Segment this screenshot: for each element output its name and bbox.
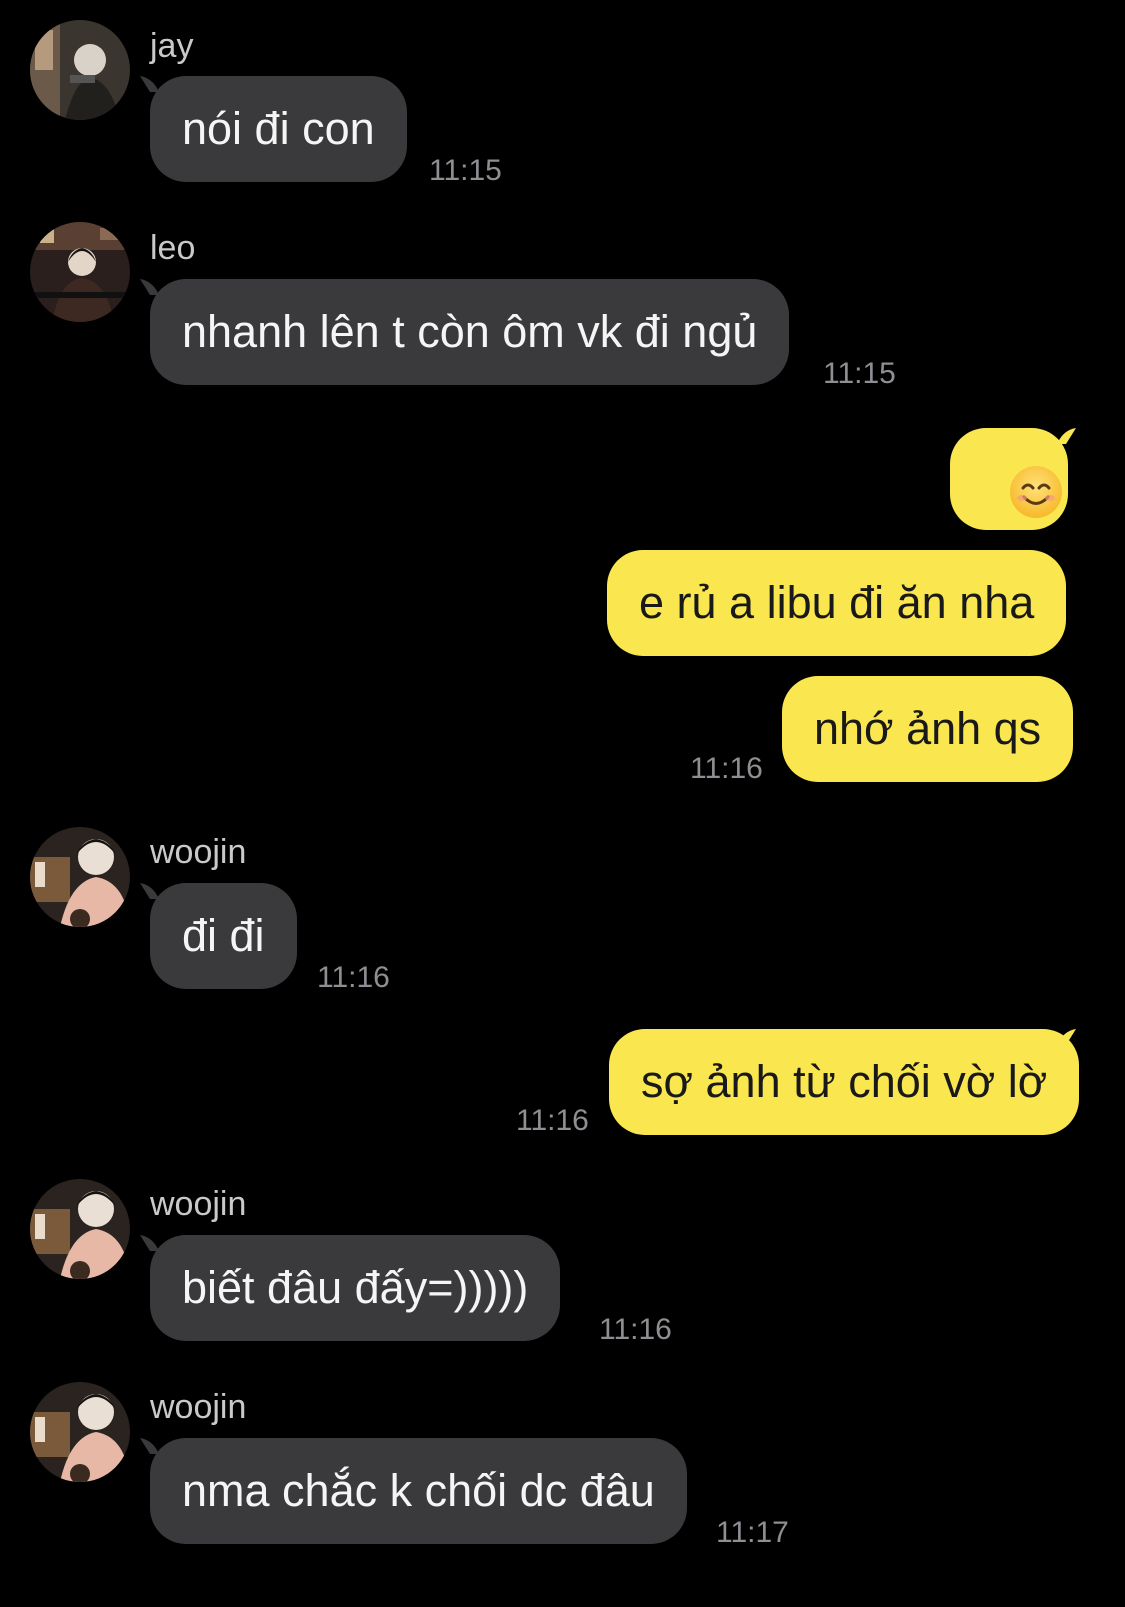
message-bubble[interactable]: nhớ ảnh qs bbox=[782, 676, 1074, 782]
message-bubble[interactable]: nhanh lên t còn ôm vk đi ngủ bbox=[150, 279, 790, 385]
avatar-woojin[interactable] bbox=[30, 1179, 130, 1279]
message-bubble[interactable]: biết đâu đấy=))))) bbox=[150, 1235, 561, 1341]
avatar-photo-icon bbox=[30, 1179, 130, 1279]
bubble-tail bbox=[140, 76, 158, 92]
message-time: 11:15 bbox=[823, 357, 896, 390]
message-time: 11:15 bbox=[429, 154, 502, 187]
sender-name: woojin bbox=[150, 1388, 247, 1426]
message-time: 11:17 bbox=[716, 1516, 789, 1549]
avatar-woojin[interactable] bbox=[30, 827, 130, 927]
message-time: 11:16 bbox=[690, 752, 763, 785]
avatar-photo-icon bbox=[30, 1382, 130, 1482]
bubble-tail bbox=[140, 1438, 158, 1454]
avatar-photo-icon bbox=[30, 222, 130, 322]
sender-name: woojin bbox=[150, 1185, 247, 1223]
message-bubble[interactable]: e rủ a libu đi ăn nha bbox=[607, 550, 1067, 656]
message-bubble[interactable]: nói đi con bbox=[150, 76, 407, 182]
sender-name: leo bbox=[150, 229, 196, 267]
avatar-photo-icon bbox=[30, 20, 130, 120]
avatar-jay[interactable] bbox=[30, 20, 130, 120]
avatar-woojin[interactable] bbox=[30, 1382, 130, 1482]
bubble-tail bbox=[140, 279, 158, 295]
sender-name: woojin bbox=[150, 833, 247, 871]
message-bubble[interactable]: đi đi bbox=[150, 883, 297, 989]
bubble-tail bbox=[140, 1235, 158, 1251]
message-time: 11:16 bbox=[317, 961, 390, 994]
avatar-leo[interactable] bbox=[30, 222, 130, 322]
bubble-tail bbox=[140, 883, 158, 899]
message-bubble[interactable]: sợ ảnh từ chối vờ lờ bbox=[609, 1029, 1080, 1135]
message-time: 11:16 bbox=[599, 1313, 672, 1346]
sender-name: jay bbox=[150, 27, 194, 65]
avatar-photo-icon bbox=[30, 827, 130, 927]
smiling-face-icon bbox=[1008, 464, 1064, 520]
message-bubble[interactable]: nma chắc k chối dc đâu bbox=[150, 1438, 687, 1544]
message-time: 11:16 bbox=[516, 1104, 589, 1137]
